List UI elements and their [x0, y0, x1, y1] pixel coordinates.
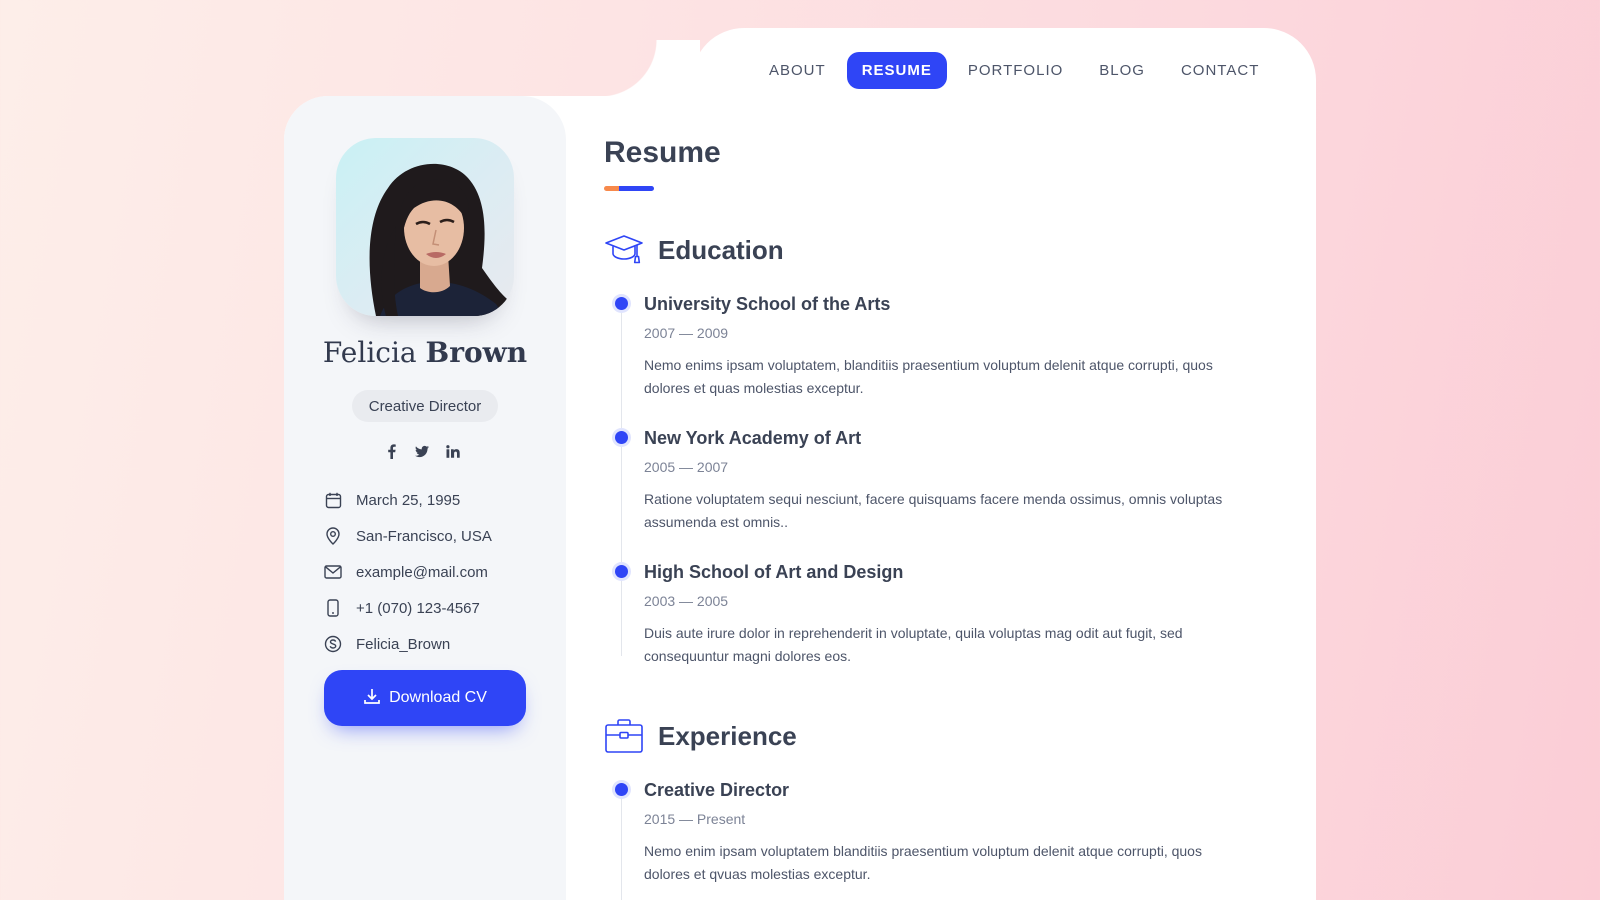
- download-icon: [363, 687, 381, 710]
- timeline-dot: [615, 783, 628, 796]
- education-item-desc: Duis aute irure dolor in reprehenderit i…: [644, 625, 1183, 664]
- profile-name: Felicia Brown: [284, 336, 566, 369]
- timeline-dot: [615, 297, 628, 310]
- mail-icon: [324, 563, 342, 581]
- timeline-dot: [615, 565, 628, 578]
- education-item-date: 2007 — 2009: [644, 325, 729, 341]
- education-heading: Education: [604, 230, 784, 270]
- avatar: [336, 138, 514, 316]
- education-item-title: New York Academy of Art: [644, 428, 862, 448]
- info-location: San-Francisco, USA: [324, 518, 492, 554]
- experience-item-desc: Nemo enim ipsam voluptatem blanditiis pr…: [644, 843, 1202, 882]
- nav-curve-decoration: [600, 40, 700, 100]
- info-phone: +1 (070) 123-4567: [324, 590, 492, 626]
- location-icon: [324, 527, 342, 545]
- education-item-date: 2003 — 2005: [644, 593, 729, 609]
- education-title: Education: [658, 234, 784, 265]
- skype-icon: [324, 635, 342, 653]
- calendar-icon: [324, 491, 342, 509]
- education-item-title: High School of Art and Design: [644, 562, 904, 582]
- education-item: High School of Art and Design 2003 — 200…: [612, 560, 1244, 668]
- experience-item: Creative Director 2015 — Present Nemo en…: [612, 778, 1244, 886]
- experience-item-date: 2015 — Present: [644, 811, 746, 827]
- title-underline: [604, 186, 654, 191]
- linkedin-icon[interactable]: [446, 444, 460, 458]
- profile-last-name: Brown: [425, 336, 528, 369]
- nav-item-portfolio[interactable]: PORTFOLIO: [953, 52, 1078, 89]
- info-birthdate: March 25, 1995: [324, 482, 492, 518]
- education-item-title: University School of the Arts: [644, 294, 891, 314]
- facebook-icon[interactable]: [384, 443, 398, 459]
- info-phone-text[interactable]: +1 (070) 123-4567: [356, 600, 480, 617]
- nav-item-resume[interactable]: RESUME: [846, 52, 947, 89]
- phone-icon: [324, 599, 342, 617]
- role-badge: Creative Director: [352, 390, 498, 422]
- nav-item-blog[interactable]: BLOG: [1084, 52, 1160, 89]
- social-links: [384, 443, 460, 459]
- download-cv-label: Download CV: [389, 689, 487, 706]
- info-skype: Felicia_Brown: [324, 626, 492, 662]
- info-birthdate-text: March 25, 1995: [356, 491, 461, 509]
- info-email-text[interactable]: example@mail.com: [356, 564, 488, 581]
- experience-heading: Experience: [604, 716, 797, 756]
- education-timeline: University School of the Arts 2007 — 200…: [612, 292, 1244, 668]
- education-item-desc: Nemo enims ipsam voluptatem, blanditiis …: [644, 357, 1213, 396]
- education-item-date: 2005 — 2007: [644, 459, 729, 475]
- profile-first-name: Felicia: [322, 336, 417, 369]
- download-cv-button[interactable]: Download CV: [324, 670, 526, 726]
- avatar-portrait: [369, 163, 514, 316]
- experience-item-title: Creative Director: [644, 780, 790, 800]
- twitter-icon[interactable]: [415, 444, 429, 458]
- education-item: University School of the Arts 2007 — 200…: [612, 292, 1244, 426]
- experience-timeline: Creative Director 2015 — Present Nemo en…: [612, 778, 1244, 900]
- info-location-text: San-Francisco, USA: [356, 527, 492, 545]
- info-email: example@mail.com: [324, 554, 492, 590]
- experience-title: Experience: [658, 720, 797, 751]
- briefcase-icon: [604, 716, 644, 756]
- nav-item-contact[interactable]: CONTACT: [1166, 52, 1274, 89]
- main-nav: ABOUT RESUME PORTFOLIO BLOG CONTACT: [754, 52, 1274, 89]
- education-item-desc: Ratione voluptatem sequi nesciunt, facer…: [644, 491, 1223, 530]
- page-title: Resume: [604, 136, 721, 169]
- nav-item-about[interactable]: ABOUT: [754, 52, 841, 89]
- education-item: New York Academy of Art 2005 — 2007 Rati…: [612, 426, 1244, 560]
- info-skype-text[interactable]: Felicia_Brown: [356, 636, 450, 653]
- graduation-cap-icon: [604, 230, 644, 270]
- timeline-dot: [615, 431, 628, 444]
- contact-info-list: March 25, 1995 San-Francisco, USA exampl…: [324, 482, 492, 662]
